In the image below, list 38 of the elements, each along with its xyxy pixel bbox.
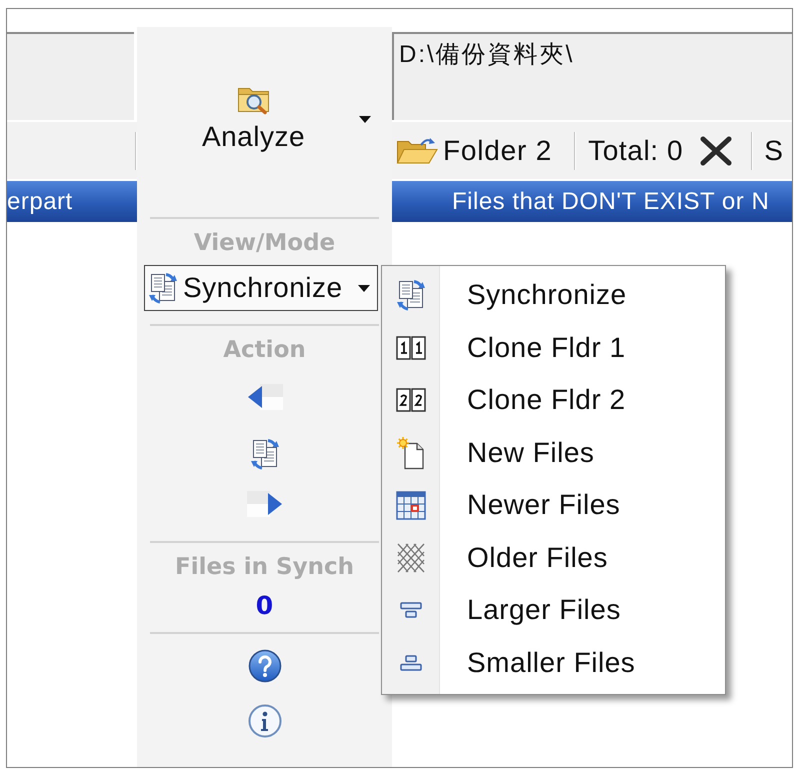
close-icon[interactable]: [699, 136, 734, 166]
sync-documents-icon: [396, 278, 426, 312]
folder-button[interactable]: Folder 2: [395, 134, 552, 166]
menu-item[interactable]: Larger Files: [382, 584, 725, 636]
numbered-pages-icon: [396, 334, 426, 361]
stacked-bars-icon: [400, 654, 422, 671]
sync-documents-icon[interactable]: [250, 437, 280, 471]
synch-count: 0: [256, 593, 274, 619]
menu-item[interactable]: Synchronize: [382, 269, 725, 322]
section-label: Files in Synch: [175, 554, 354, 581]
stacked-bars-icon: [400, 602, 422, 618]
analyze-button[interactable]: Analyze: [202, 84, 306, 153]
section-label: View/Mode: [194, 230, 336, 257]
info-icon[interactable]: [248, 704, 282, 738]
crosshatch-icon: [396, 542, 426, 574]
menu-item[interactable]: Clone Fldr 2: [382, 374, 725, 426]
toolbar-label: S: [764, 134, 784, 166]
right-arrow-icon[interactable]: [246, 489, 284, 519]
path-field[interactable]: D:\備份資料夾\: [392, 32, 792, 120]
help-icon[interactable]: [248, 649, 282, 683]
menu-item[interactable]: Newer Files: [382, 479, 725, 532]
column-header: erpart: [7, 181, 137, 222]
menu-item[interactable]: New Files: [382, 426, 725, 479]
numbered-pages-icon: [396, 387, 426, 414]
menu-item[interactable]: Older Files: [382, 532, 725, 584]
menu-item[interactable]: Clone Fldr 1: [382, 322, 725, 374]
total-label: Total: 0: [588, 134, 684, 166]
sync-documents-icon: [148, 271, 178, 305]
calendar-icon: [396, 490, 426, 520]
section-label: Action: [223, 337, 306, 364]
caret-icon: [358, 284, 370, 292]
path-field[interactable]: [7, 32, 134, 120]
left-arrow-icon[interactable]: [246, 383, 284, 411]
caret-icon[interactable]: [359, 116, 371, 123]
menu-item[interactable]: Smaller Files: [382, 636, 725, 689]
column-header: Files that DON'T EXIST or N: [392, 181, 792, 222]
document-sparkle-icon: [396, 436, 426, 470]
mode-dropdown[interactable]: Synchronize: [144, 265, 378, 311]
